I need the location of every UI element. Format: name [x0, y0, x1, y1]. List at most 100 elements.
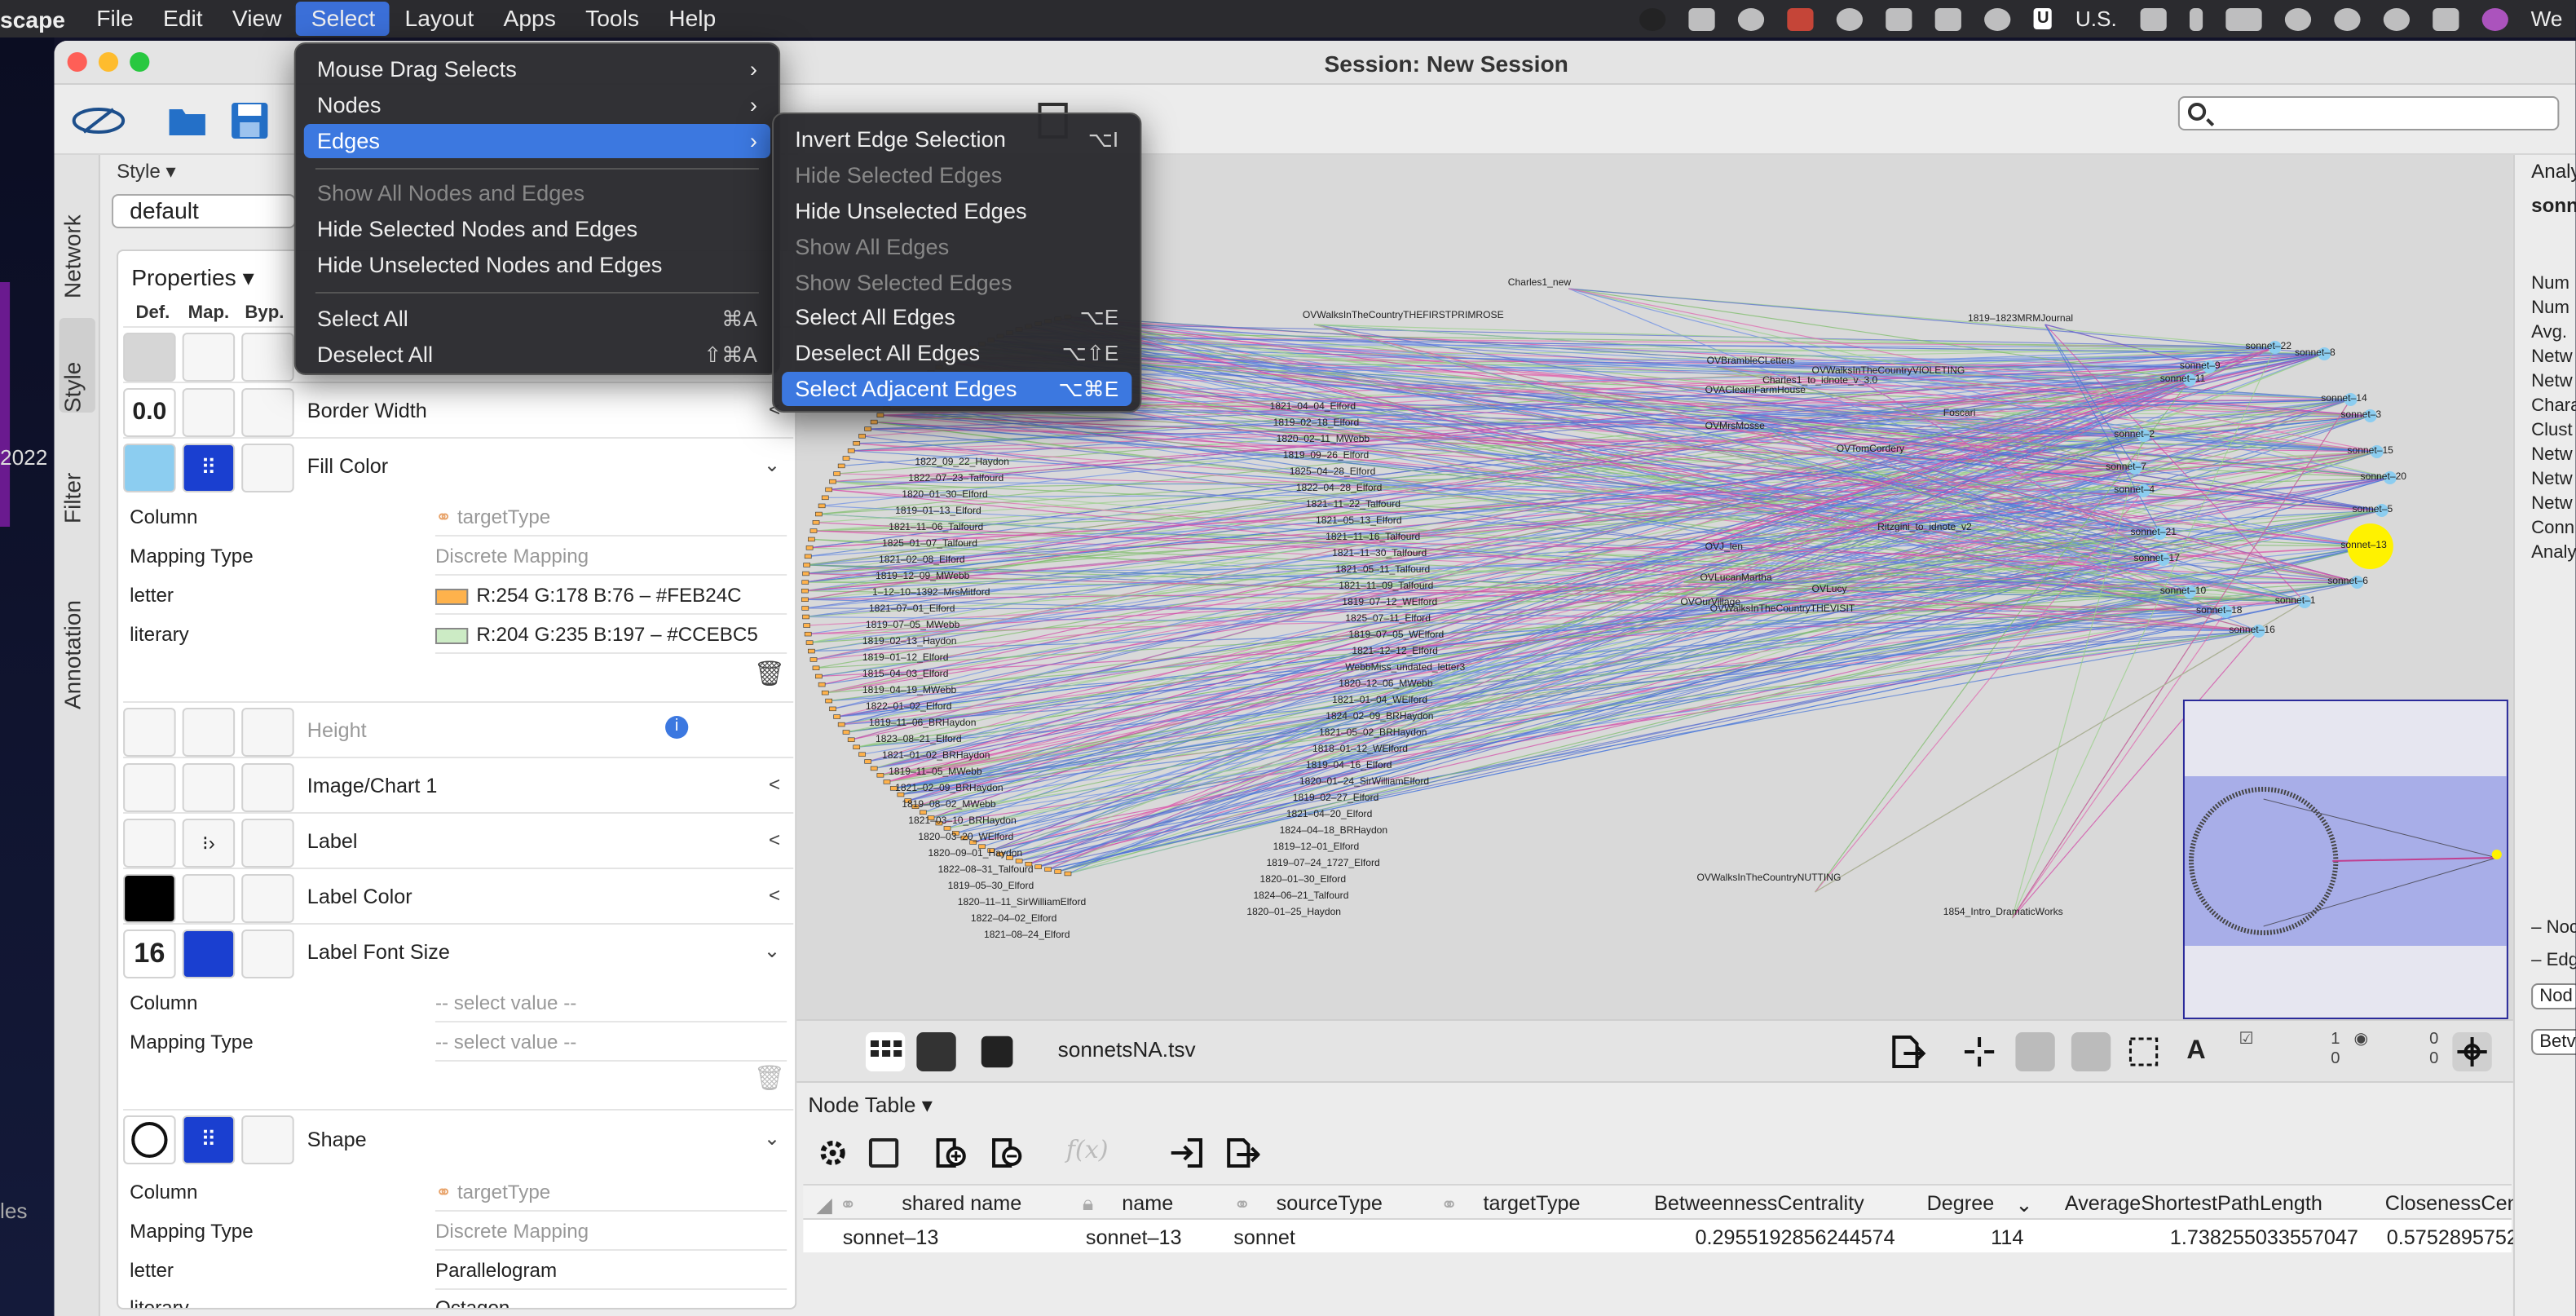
menu-layout[interactable]: Layout: [390, 0, 488, 38]
edge-section-toggle[interactable]: – Edg: [2531, 951, 2575, 970]
betweenness-button[interactable]: Betv: [2531, 1029, 2576, 1055]
column-value[interactable]: -- select value --: [434, 987, 787, 1022]
letter-node-label[interactable]: 1820–03–20_WElford: [918, 833, 1013, 843]
literary-node-label[interactable]: OVLucy: [1812, 585, 1847, 595]
passthrough-mapping-icon[interactable]: ⁝›: [182, 819, 236, 868]
letter-node-label[interactable]: WebbMiss_undated_letter3: [1345, 664, 1465, 673]
table-row[interactable]: sonnet–13 sonnet–13 sonnet 0.29551928562…: [803, 1220, 2575, 1252]
default-cell[interactable]: [123, 763, 176, 812]
literary-node-label[interactable]: Ritzgini_to_idnote_v2: [1877, 523, 1972, 533]
literary-node-label[interactable]: OVMrsMosse: [1705, 422, 1765, 432]
input-source[interactable]: U.S.: [2075, 7, 2117, 31]
literary-node-label[interactable]: Charles1_new: [1508, 279, 1571, 289]
delete-column-icon[interactable]: [987, 1135, 1023, 1171]
letter-node-label[interactable]: 1819–04–16_Elford: [1306, 762, 1392, 771]
bypass-cell[interactable]: [241, 819, 294, 868]
letter-node[interactable]: [870, 766, 878, 771]
letter-node[interactable]: [825, 487, 833, 492]
mute-icon[interactable]: [2140, 7, 2167, 30]
letter-node[interactable]: [1034, 864, 1043, 869]
menu-apps[interactable]: Apps: [488, 0, 571, 38]
letter-node[interactable]: [943, 826, 951, 831]
letter-node[interactable]: [847, 448, 855, 453]
letter-node-label[interactable]: 1819–04–19_MWebb: [862, 687, 956, 696]
letter-node[interactable]: [853, 744, 861, 749]
menu-item-nodes[interactable]: Nodes ›: [304, 88, 770, 122]
letter-node-label[interactable]: 1821–05–13_Elford: [1316, 517, 1402, 527]
sonnet-node-label[interactable]: sonnet–21: [2130, 528, 2176, 538]
letter-node[interactable]: [821, 690, 829, 696]
table-cell[interactable]: 0.2955192856244574: [1695, 1226, 1895, 1249]
mapping-value[interactable]: Parallelogram: [434, 1254, 787, 1290]
letter-node-label[interactable]: 1820–01–24_SirWilliamElford: [1299, 778, 1429, 788]
letter-node[interactable]: [821, 495, 829, 501]
letter-node-label[interactable]: 1815–04–03_Elford: [862, 670, 949, 680]
letter-node[interactable]: [858, 752, 866, 757]
letter-node[interactable]: [803, 623, 811, 628]
mapping-cell[interactable]: [182, 874, 236, 923]
letter-node[interactable]: [1054, 869, 1062, 874]
letter-node-label[interactable]: 1821–11–16_Talfourd: [1325, 533, 1420, 543]
letter-node[interactable]: [853, 441, 861, 446]
letter-node[interactable]: [812, 665, 820, 670]
sonnet-node-label[interactable]: sonnet–20: [2361, 473, 2406, 483]
letter-node[interactable]: [920, 810, 927, 815]
sonnet-node-label[interactable]: sonnet–17: [2133, 554, 2179, 564]
letter-node[interactable]: [805, 640, 814, 645]
letter-node[interactable]: [818, 682, 826, 687]
letter-node-label[interactable]: 1819–07–24_1727_Elford: [1267, 859, 1380, 869]
menu-item-hide-unselected-nodes-edges[interactable]: Hide Unselected Nodes and Edges: [304, 248, 770, 282]
analyzer-title[interactable]: Analy: [2531, 160, 2575, 183]
mapping-cell[interactable]: [182, 388, 236, 437]
mapping-cell[interactable]: [182, 708, 236, 757]
info-icon[interactable]: [1984, 7, 2011, 30]
battery-icon[interactable]: [2225, 7, 2262, 30]
mapping-cell[interactable]: [182, 763, 236, 812]
letter-node[interactable]: [837, 463, 845, 469]
mapping-type-value[interactable]: Discrete Mapping: [434, 1215, 787, 1251]
letter-node[interactable]: [801, 606, 809, 611]
letter-node-label[interactable]: 1822–04–02_Elford: [971, 915, 1057, 925]
sort-chevron-icon[interactable]: ⌄: [2015, 1192, 2032, 1217]
letter-node[interactable]: [802, 571, 809, 576]
menu-item-invert-edge-selection[interactable]: Invert Edge Selection ⌥I: [782, 122, 1131, 157]
literary-node-label[interactable]: OVJ_len: [1705, 543, 1743, 553]
menu-item-hide-selected-nodes-edges[interactable]: Hide Selected Nodes and Edges: [304, 212, 770, 246]
column-header[interactable]: targetType: [1484, 1192, 1581, 1215]
letter-node[interactable]: [815, 673, 823, 679]
menu-item-deselect-all-edges[interactable]: Deselect All Edges ⌥⇧E: [782, 336, 1131, 370]
letter-node[interactable]: [1064, 871, 1072, 877]
notification-icon[interactable]: [1787, 7, 1814, 30]
sonnet-node-label[interactable]: sonnet–4: [2114, 486, 2155, 496]
bypass-cell[interactable]: [241, 1115, 294, 1164]
letter-node-label[interactable]: 1819–02–18_Elford: [1273, 419, 1360, 429]
mapping-value[interactable]: R:254 G:178 B:76 – #FEB24C: [434, 579, 787, 615]
app-name[interactable]: scape: [0, 6, 82, 32]
letter-node-label[interactable]: 1819–12–09_MWebb: [876, 572, 969, 582]
letter-node-label[interactable]: 1821–05–11_Talfourd: [1335, 566, 1430, 576]
fit-content-icon[interactable]: [1960, 1032, 1999, 1071]
letter-node[interactable]: [876, 413, 884, 417]
letter-node[interactable]: [1015, 859, 1023, 863]
menu-item-select-all-edges[interactable]: Select All Edges ⌥E: [782, 300, 1131, 334]
open-folder-icon[interactable]: [166, 99, 209, 142]
letter-node-label[interactable]: 1821–11–30_Talfourd: [1332, 550, 1427, 559]
properties-dropdown[interactable]: Properties ▾: [131, 264, 254, 292]
column-header[interactable]: AverageShortestPathLength: [2065, 1192, 2322, 1215]
letter-node[interactable]: [825, 698, 833, 704]
letter-node[interactable]: [802, 614, 809, 620]
checkbox-icon[interactable]: ☑: [2239, 1031, 2253, 1049]
letter-node-label[interactable]: 1818–01–12_WElford: [1312, 745, 1408, 755]
open-network-icon[interactable]: [981, 1036, 1013, 1068]
letter-node-label[interactable]: 1821–04–04_Elford: [1270, 403, 1356, 413]
ae-icon[interactable]: [1886, 7, 1912, 30]
literary-node-label[interactable]: OVLucanMartha: [1700, 574, 1772, 584]
letter-node-label[interactable]: 1819–09–26_Elford: [1283, 452, 1370, 461]
menu-view[interactable]: View: [218, 0, 297, 38]
sonnet-node-label[interactable]: sonnet–10: [2160, 587, 2206, 597]
style-selector[interactable]: default: [112, 194, 296, 228]
letter-node-label[interactable]: 1–12–10–1392–MrsMitford: [872, 589, 990, 598]
letter-node-label[interactable]: 1820–01–30_Elford: [1260, 876, 1347, 885]
discrete-mapping-icon[interactable]: ⠿: [182, 444, 236, 492]
letter-node-label[interactable]: 1820–11–11_SirWilliamElford: [958, 899, 1086, 908]
